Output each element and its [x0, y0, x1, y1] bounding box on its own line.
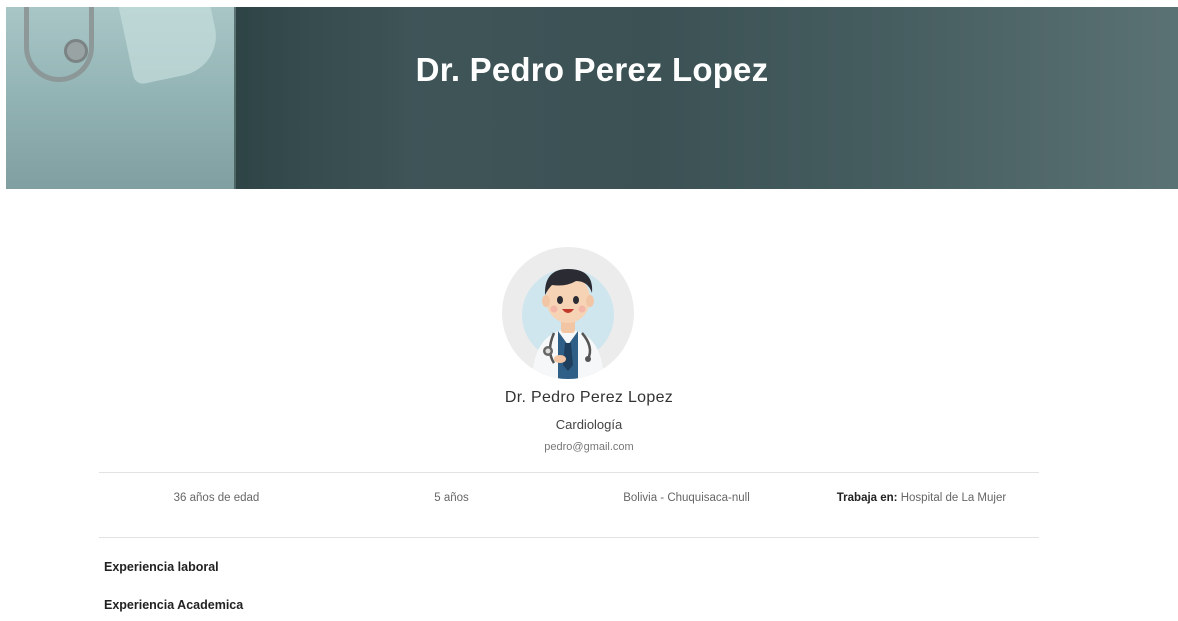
workplace-label: Trabaja en:	[836, 492, 898, 504]
workplace-value: Hospital de La Mujer	[900, 492, 1007, 504]
stat-experience: 5 años	[434, 492, 469, 504]
doctor-email: pedro@gmail.com	[544, 441, 634, 453]
stat-workplace: Trabaja en: Hospital de La Mujer	[804, 492, 1039, 510]
stat-age: 36 años de edad	[173, 492, 260, 504]
doctor-profile-page: Dr. Pedro Perez Lopez Dr. Pedro Perez Lo…	[0, 0, 1178, 621]
stat-location: Bolivia - Chuquisaca-null	[623, 492, 750, 504]
divider	[99, 537, 1039, 538]
profile-stats: 36 años de edad 5 años Bolivia - Chuquis…	[99, 492, 1039, 510]
doctor-avatar-icon	[522, 269, 614, 379]
hero-background-image	[6, 7, 236, 189]
doctor-specialty: Cardiología	[555, 417, 623, 432]
hero-banner: Dr. Pedro Perez Lopez	[6, 7, 1178, 189]
section-work-experience: Experiencia laboral	[104, 560, 219, 574]
section-academic-experience: Experiencia Academica	[104, 598, 244, 612]
doctor-name: Dr. Pedro Perez Lopez	[504, 389, 674, 406]
avatar	[502, 247, 634, 379]
divider	[99, 472, 1039, 473]
hero-title: Dr. Pedro Perez Lopez	[415, 51, 769, 88]
